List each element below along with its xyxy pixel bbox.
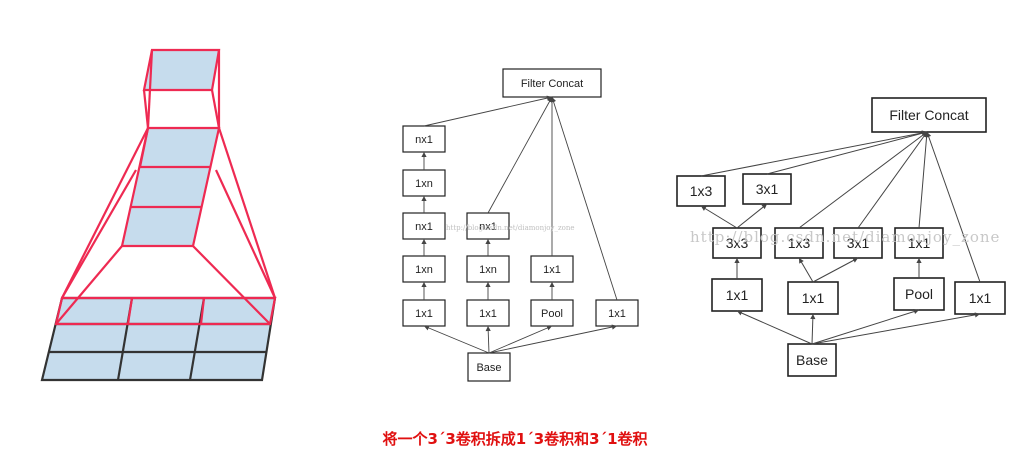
- node-a-c4-r1-label: 1x1: [608, 308, 626, 320]
- node-b-upper-3x1-label: 3x1: [756, 181, 779, 197]
- node-b-low-4: 1x1: [954, 281, 1006, 315]
- node-b-upper-3x1: 3x1: [742, 173, 792, 205]
- node-a-c1-r2: 1xn: [402, 255, 446, 283]
- node-a-c3-r1: Pool: [530, 299, 574, 327]
- edge-a-c3-r2-arrowhead: [549, 282, 555, 287]
- edge-a-base-c1: [423, 325, 490, 354]
- watermark: http://blog.csdn.net/diamonjoy_zone: [690, 228, 1001, 246]
- node-a-c1-r4: 1xn: [402, 169, 446, 197]
- filter-concat-node-b: Filter Concat: [871, 97, 987, 133]
- edge-a-c2-r3-arrowhead: [485, 239, 491, 244]
- filter-concat-node-a-label: Filter Concat: [521, 78, 583, 90]
- edge-b-base-low4: [811, 313, 981, 345]
- node-b-low-4-label: 1x1: [969, 290, 992, 306]
- factorization-illustration: [40, 48, 277, 382]
- edge-a-c1-r4-arrowhead: [421, 196, 427, 201]
- filter-concat-node-b-label: Filter Concat: [889, 107, 968, 123]
- node-b-upper-1x3-label: 1x3: [690, 183, 713, 199]
- node-b-low-1-label: 1x1: [726, 287, 749, 303]
- conv-3x1-fill: [122, 128, 219, 246]
- edge-a-base-c3: [488, 325, 553, 354]
- figure-caption: 将一个3´3卷积拆成1´3卷积和3´1卷积: [382, 430, 648, 448]
- base-node-a: Base: [467, 352, 511, 382]
- edge-b-mid3-concat: [857, 131, 928, 229]
- edge-b-base-low1: [736, 310, 813, 345]
- edge-a-c1-r5-arrowhead: [421, 152, 427, 157]
- edge-a-c1-r3-arrowhead: [421, 239, 427, 244]
- edge-a-base-c2-arrowhead: [485, 326, 491, 332]
- node-b-low-1: 1x1: [711, 278, 763, 312]
- node-a-c3-r2-label: 1x1: [543, 264, 561, 276]
- node-a-c1-r5: nx1: [402, 125, 446, 153]
- node-a-c2-r2-label: 1xn: [479, 264, 497, 276]
- grid-3x3-fill: [42, 298, 275, 380]
- base-node-b-label: Base: [796, 352, 828, 368]
- edge-b-low2-mid3: [812, 257, 859, 283]
- edge-b-mid2-concat: [798, 131, 928, 229]
- node-a-c2-r1: 1x1: [466, 299, 510, 327]
- filter-concat-node-a: Filter Concat: [502, 68, 602, 98]
- node-a-c1-r5-label: nx1: [415, 134, 433, 146]
- edge-b-low4-concat: [926, 131, 981, 283]
- node-a-c1-r4-label: 1xn: [415, 178, 433, 190]
- node-a-c1-r1: 1x1: [402, 299, 446, 327]
- node-b-low-3-label: Pool: [905, 286, 933, 302]
- node-b-upper-1x3: 1x3: [676, 175, 726, 207]
- base-node-a-label: Base: [476, 362, 501, 374]
- output-cell-fill: [144, 50, 219, 90]
- node-a-c1-r3: nx1: [402, 212, 446, 240]
- edge-b-mid4-concat: [918, 131, 928, 229]
- edge-a-c1-concat: [423, 96, 553, 127]
- watermark-small: http://blog.csdn.net/diamonjoy_zone: [446, 224, 575, 232]
- node-a-c1-r1-label: 1x1: [415, 308, 433, 320]
- edge-a-c1-r2-arrowhead: [421, 282, 427, 287]
- edge-b-mid1-up2: [736, 203, 768, 229]
- node-a-c2-r1-label: 1x1: [479, 308, 497, 320]
- node-a-c3-r1-label: Pool: [541, 308, 563, 320]
- node-a-c4-r1: 1x1: [595, 299, 639, 327]
- node-a-c1-r2-label: 1xn: [415, 264, 433, 276]
- base-node-b: Base: [787, 343, 837, 377]
- edge-b-up2-concat: [766, 131, 928, 175]
- node-b-low-2-label: 1x1: [802, 290, 825, 306]
- edge-a-base-c4: [488, 325, 618, 354]
- edge-b-mid1-up1: [700, 205, 738, 229]
- node-b-low-2: 1x1: [787, 281, 839, 315]
- node-a-c1-r3-label: nx1: [415, 221, 433, 233]
- edge-a-c2-r2-arrowhead: [485, 282, 491, 287]
- node-a-c3-r2: 1x1: [530, 255, 574, 283]
- node-b-low-3: Pool: [893, 277, 945, 311]
- node-a-c2-r2: 1xn: [466, 255, 510, 283]
- edge-a-c2-concat: [487, 96, 553, 214]
- edge-b-base-low3: [811, 309, 920, 345]
- edge-b-up1-concat: [700, 131, 928, 177]
